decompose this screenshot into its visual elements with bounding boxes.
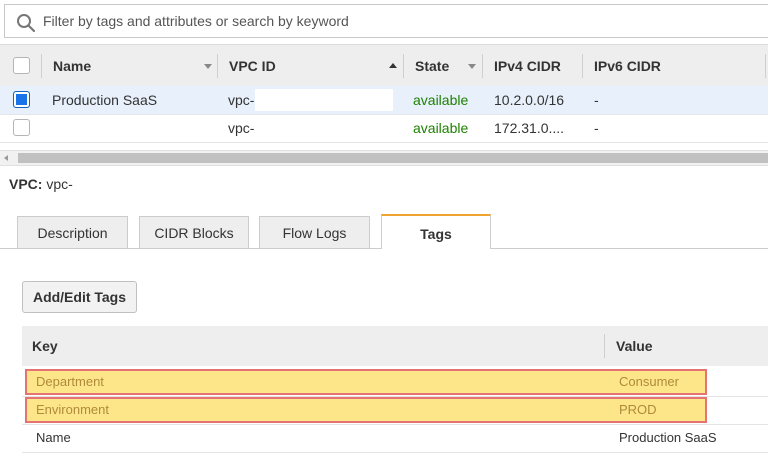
column-divider xyxy=(41,54,42,78)
column-divider xyxy=(217,54,218,78)
vpc-table-header: Name VPC ID State IPv4 CIDR IPv6 CIDR xyxy=(0,44,768,88)
column-header-name[interactable]: Name xyxy=(53,45,91,87)
sort-down-icon[interactable] xyxy=(204,64,212,69)
redacted-area xyxy=(255,89,393,111)
column-divider xyxy=(403,54,404,78)
search-bar[interactable] xyxy=(4,4,768,38)
tag-key: Environment xyxy=(36,402,109,417)
column-header-ipv6-cidr[interactable]: IPv6 CIDR xyxy=(594,45,661,87)
horizontal-scrollbar[interactable] xyxy=(0,150,768,166)
add-edit-tags-button[interactable]: Add/Edit Tags xyxy=(22,281,137,313)
tags-header-key[interactable]: Key xyxy=(32,326,58,366)
table-row[interactable]: vpc- available 172.31.0.... - xyxy=(0,114,768,143)
vpc-detail-label: VPC: vpc- xyxy=(9,176,73,192)
cell-ipv6-cidr: - xyxy=(594,120,599,136)
table-row[interactable]: Production SaaS vpc- available 10.2.0.0/… xyxy=(0,86,768,115)
highlight-box xyxy=(25,397,707,423)
column-header-vpc-id[interactable]: VPC ID xyxy=(229,45,276,87)
tab-tags[interactable]: Tags xyxy=(381,214,491,249)
search-input[interactable] xyxy=(43,5,743,37)
cell-name: Production SaaS xyxy=(52,92,158,108)
column-header-ipv4-cidr[interactable]: IPv4 CIDR xyxy=(494,45,561,87)
tag-value: Consumer xyxy=(619,374,679,389)
cell-vpc-id: vpc- xyxy=(228,92,255,108)
row-checkbox[interactable] xyxy=(13,91,30,108)
sort-down-icon[interactable] xyxy=(468,64,476,69)
tag-value: PROD xyxy=(619,402,657,417)
row-checkbox[interactable] xyxy=(13,119,30,136)
tags-table-header: Key Value xyxy=(22,326,768,366)
tag-key: Department xyxy=(36,374,104,389)
column-divider xyxy=(582,54,583,78)
column-header-state[interactable]: State xyxy=(415,45,449,87)
tab-cidr-blocks[interactable]: CIDR Blocks xyxy=(139,216,249,248)
vpc-value: vpc- xyxy=(46,176,73,192)
tag-key: Name xyxy=(36,430,71,445)
vpc-label: VPC: xyxy=(9,176,43,192)
cell-ipv4-cidr: 172.31.0.... xyxy=(494,120,565,136)
cell-ipv4-cidr: 10.2.0.0/16 xyxy=(494,92,565,108)
search-icon xyxy=(17,14,36,33)
column-divider xyxy=(482,54,483,78)
sort-up-icon[interactable] xyxy=(389,63,397,68)
cell-state: available xyxy=(413,92,469,108)
scrollbar-thumb[interactable] xyxy=(18,153,768,163)
column-divider xyxy=(765,54,766,78)
tab-flow-logs[interactable]: Flow Logs xyxy=(259,216,370,248)
cell-ipv6-cidr: - xyxy=(594,92,599,108)
tags-header-value[interactable]: Value xyxy=(616,326,653,366)
cell-vpc-id: vpc- xyxy=(228,120,255,136)
tab-description[interactable]: Description xyxy=(17,216,128,248)
highlight-box xyxy=(25,369,707,395)
column-divider xyxy=(604,334,605,358)
cell-state: available xyxy=(413,120,469,136)
tag-value: Production SaaS xyxy=(619,430,717,445)
scroll-left-icon[interactable] xyxy=(4,155,8,161)
select-all-checkbox[interactable] xyxy=(13,57,30,74)
